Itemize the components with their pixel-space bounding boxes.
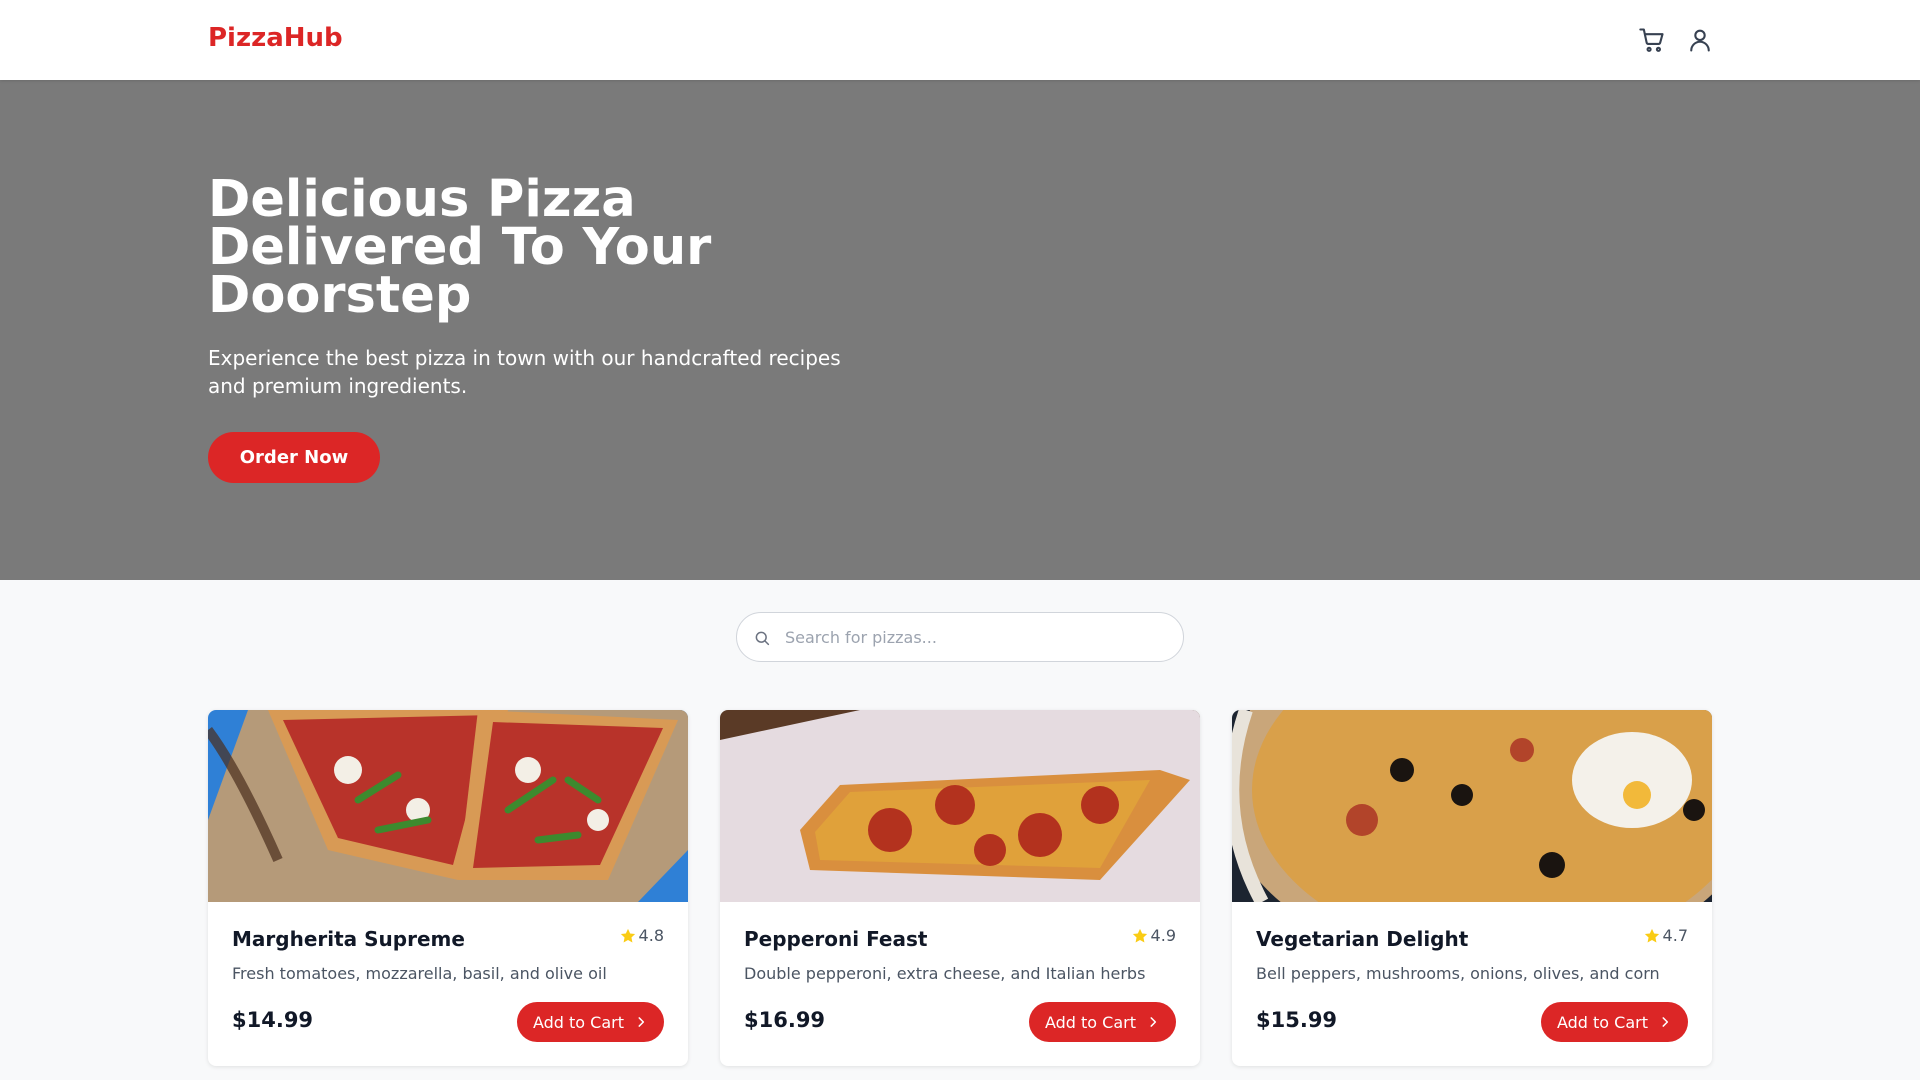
pizza-price: $16.99 xyxy=(744,1008,826,1032)
add-to-cart-button[interactable]: Add to Cart xyxy=(517,1002,664,1042)
hero-title: Delicious Pizza Delivered To Your Doorst… xyxy=(208,170,712,325)
pizza-image xyxy=(208,710,688,902)
star-icon xyxy=(619,927,637,945)
chevron-right-icon xyxy=(1146,1015,1160,1029)
add-to-cart-label: Add to Cart xyxy=(532,1012,625,1032)
add-to-cart-button[interactable]: Add to Cart xyxy=(1541,1002,1688,1042)
brand-logo[interactable]: PizzaHub xyxy=(208,23,343,53)
pizza-price: $14.99 xyxy=(232,1008,314,1032)
star-icon xyxy=(1131,927,1149,945)
navbar: PizzaHub xyxy=(0,0,1920,80)
pizza-rating: 4.7 xyxy=(1643,926,1688,945)
pizza-name: Vegetarian Delight xyxy=(1256,927,1469,951)
rating-value: 4.8 xyxy=(638,926,664,945)
pizza-image xyxy=(720,710,1200,902)
pizza-card: Pepperoni Feast 4.9 Double pepperoni, ex… xyxy=(720,710,1200,1066)
hero-banner: Delicious Pizza Delivered To Your Doorst… xyxy=(0,80,1920,580)
search-bar[interactable] xyxy=(736,612,1184,662)
order-now-button[interactable]: Order Now xyxy=(208,432,380,483)
add-to-cart-label: Add to Cart xyxy=(1044,1012,1137,1032)
search-input[interactable] xyxy=(785,613,1165,661)
pizza-description: Fresh tomatoes, mozzarella, basil, and o… xyxy=(232,964,607,983)
chevron-right-icon xyxy=(634,1015,648,1029)
pizza-name: Pepperoni Feast xyxy=(744,927,928,951)
add-to-cart-label: Add to Cart xyxy=(1556,1012,1649,1032)
pizza-rating: 4.8 xyxy=(619,926,664,945)
user-icon[interactable] xyxy=(1686,26,1714,54)
pizza-image xyxy=(1232,710,1712,902)
pizza-rating: 4.9 xyxy=(1131,926,1176,945)
search-icon xyxy=(753,629,771,647)
pizza-card: Margherita Supreme 4.8 Fresh tomatoes, m… xyxy=(208,710,688,1066)
star-icon xyxy=(1643,927,1661,945)
add-to-cart-button[interactable]: Add to Cart xyxy=(1029,1002,1176,1042)
pizza-name: Margherita Supreme xyxy=(232,927,465,951)
hero-subtitle: Experience the best pizza in town with o… xyxy=(208,346,841,398)
rating-value: 4.7 xyxy=(1662,926,1688,945)
pizza-description: Bell peppers, mushrooms, onions, olives,… xyxy=(1256,964,1660,983)
pizza-price: $15.99 xyxy=(1256,1008,1338,1032)
pizza-description: Double pepperoni, extra cheese, and Ital… xyxy=(744,964,1146,983)
cart-icon[interactable] xyxy=(1638,26,1666,54)
rating-value: 4.9 xyxy=(1150,926,1176,945)
pizza-card: Vegetarian Delight 4.7 Bell peppers, mus… xyxy=(1232,710,1712,1066)
chevron-right-icon xyxy=(1658,1015,1672,1029)
